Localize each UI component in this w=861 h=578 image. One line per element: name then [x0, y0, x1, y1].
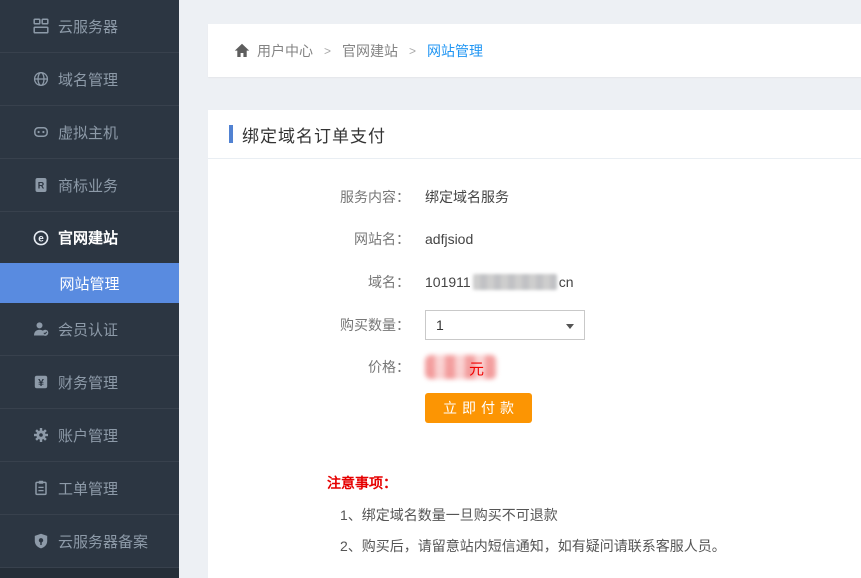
breadcrumb-item-user-center[interactable]: 用户中心 — [257, 41, 313, 61]
domain-value: 101911 cn — [425, 274, 573, 290]
note-item-1: 1、绑定域名数量一旦购买不可退款 — [340, 505, 558, 525]
virtual-host-icon — [33, 124, 49, 140]
price-unit: 元 — [469, 358, 484, 379]
shield-icon — [33, 533, 49, 549]
sidebar-item-virtual-host[interactable]: 虚拟主机 — [0, 106, 179, 159]
title-accent-bar — [229, 125, 233, 143]
sidebar-item-label: 工单管理 — [58, 478, 118, 499]
breadcrumb: 用户中心 > 官网建站 > 网站管理 — [208, 24, 861, 77]
sidebar: 云服务器 域名管理 虚拟主机 R 商标业务 e 官网建站 网站管理 会员认证 — [0, 0, 179, 578]
page-title: 绑定域名订单支付 — [242, 122, 386, 147]
note-item-2: 2、购买后，请留意站内短信通知，如有疑问请联系客服人员。 — [340, 536, 726, 556]
quantity-label: 购买数量： — [208, 315, 410, 335]
sitename-value: adfjsiod — [425, 231, 473, 247]
sidebar-item-member-auth[interactable]: 会员认证 — [0, 303, 179, 356]
quantity-field: 1 — [425, 310, 585, 340]
sidebar-item-label: 商标业务 — [58, 175, 118, 196]
quantity-selected-value: 1 — [436, 317, 444, 333]
sidebar-item-trademark[interactable]: R 商标业务 — [0, 159, 179, 212]
sidebar-item-label: 域名管理 — [58, 69, 118, 90]
sidebar-item-label: 云服务器备案 — [58, 531, 148, 552]
pay-now-button[interactable]: 立即付款 — [425, 393, 532, 423]
form-row-quantity: 购买数量： 1 — [208, 310, 861, 340]
price-redacted-wrap: 元 — [425, 352, 545, 382]
sidebar-item-label: 财务管理 — [58, 372, 118, 393]
sitename-label: 网站名： — [208, 229, 410, 249]
website-builder-icon: e — [33, 230, 49, 246]
notes-title: 注意事项： — [327, 473, 397, 493]
gear-icon — [33, 427, 49, 443]
sidebar-item-finance[interactable]: ¥ 财务管理 — [0, 356, 179, 409]
svg-text:e: e — [38, 233, 44, 244]
domain-redacted-blur — [473, 274, 557, 290]
price-value: 元 — [425, 352, 545, 382]
sidebar-item-website-builder[interactable]: e 官网建站 — [0, 212, 179, 263]
domain-label: 域名： — [208, 272, 410, 292]
quantity-select[interactable]: 1 — [425, 310, 585, 340]
sidebar-item-label: 云服务器 — [58, 16, 118, 37]
chevron-down-icon — [566, 324, 574, 329]
finance-icon: ¥ — [33, 374, 49, 390]
globe-icon — [33, 71, 49, 87]
sidebar-item-label: 会员认证 — [58, 319, 118, 340]
sidebar-item-label: 官网建站 — [58, 227, 118, 248]
breadcrumb-item-website-builder[interactable]: 官网建站 — [342, 41, 398, 61]
form-row-price: 价格： 元 — [208, 352, 861, 382]
breadcrumb-separator: > — [409, 44, 416, 58]
svg-text:¥: ¥ — [38, 377, 44, 389]
sidebar-item-domain[interactable]: 域名管理 — [0, 53, 179, 106]
order-payment-panel: 绑定域名订单支付 服务内容： 绑定域名服务 网站名： adfjsiod 域名： … — [208, 110, 861, 578]
sidebar-item-label: 虚拟主机 — [58, 122, 118, 143]
breadcrumb-item-site-management[interactable]: 网站管理 — [427, 41, 483, 61]
sidebar-item-label: 账户管理 — [58, 425, 118, 446]
cloud-server-icon — [33, 18, 49, 34]
member-auth-icon — [33, 321, 49, 337]
sidebar-item-cloud-server[interactable]: 云服务器 — [0, 0, 179, 53]
work-order-icon — [33, 480, 49, 496]
sidebar-item-account[interactable]: 账户管理 — [0, 409, 179, 462]
sidebar-item-server-filing[interactable]: 云服务器备案 — [0, 515, 179, 568]
home-icon[interactable] — [234, 43, 250, 58]
price-label: 价格： — [208, 357, 410, 377]
service-value: 绑定域名服务 — [425, 187, 509, 207]
form-row-service: 服务内容： 绑定域名服务 — [208, 182, 861, 212]
sidebar-footer-strip — [0, 568, 179, 578]
domain-value-prefix: 101911 — [425, 274, 471, 290]
trademark-icon: R — [33, 177, 49, 193]
form-row-sitename: 网站名： adfjsiod — [208, 224, 861, 254]
sidebar-subitem-site-management[interactable]: 网站管理 — [0, 263, 179, 303]
sidebar-subitem-label: 网站管理 — [59, 273, 119, 294]
domain-value-suffix: cn — [559, 274, 574, 290]
breadcrumb-separator: > — [324, 44, 331, 58]
panel-header: 绑定域名订单支付 — [208, 110, 861, 159]
service-label: 服务内容： — [208, 187, 410, 207]
price-redacted-blur — [425, 355, 497, 379]
svg-text:R: R — [38, 181, 45, 191]
form-row-domain: 域名： 101911 cn — [208, 267, 861, 297]
sidebar-item-work-order[interactable]: 工单管理 — [0, 462, 179, 515]
